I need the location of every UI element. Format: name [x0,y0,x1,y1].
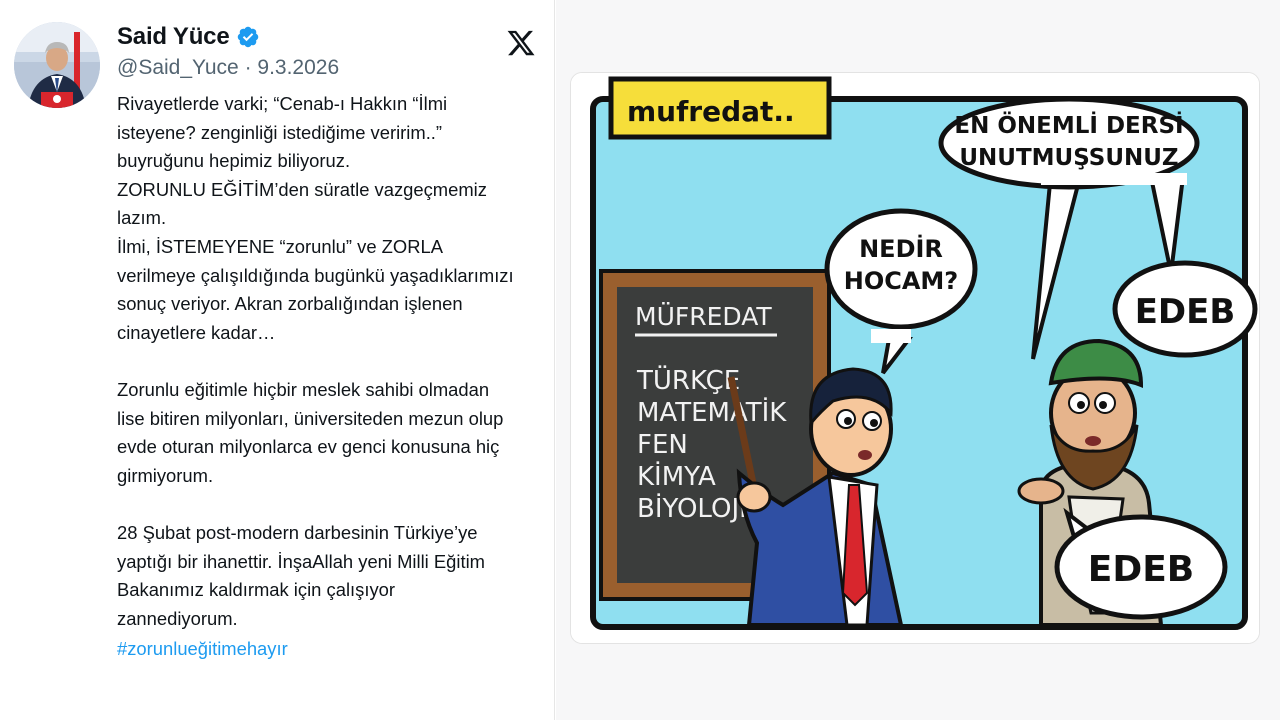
edeb-upper-bubble: EDEB [1112,260,1258,358]
tweet-text: Rivayetlerde varki; “Cenab-ı Hakkın “İlm… [117,93,514,629]
top-bubble-line1: EN ÖNEMLİ DERSİ [954,111,1183,139]
board-header: MÜFREDAT [635,302,772,331]
board-subject-4: KİMYA [637,460,716,492]
board-subject-3: FEN [637,430,688,460]
title-sign-text: mufredat.. [627,95,795,128]
cartoon-image: mufredat.. MÜFREDAT TÜRKÇE MATEMATİK FEN… [571,73,1259,643]
board-subject-2: MATEMATİK [637,396,787,428]
x-logo-icon[interactable] [506,28,536,58]
top-bubble-line2: UNUTMUŞSUNUZ [959,145,1178,171]
avatar-image [14,22,100,108]
handle-and-date[interactable]: @Said_Yuce · 9.3.2026 [117,56,339,80]
edeb-lower-text: EDEB [1088,549,1195,590]
teacher-bubble-line2: HOCAM? [844,267,958,295]
teacher-bubble-line1: NEDİR [859,234,943,263]
edeb-lower-bubble: EDEB [1054,507,1228,620]
edeb-upper-text: EDEB [1135,292,1236,332]
verified-badge-icon [238,26,259,48]
media-card[interactable]: mufredat.. MÜFREDAT TÜRKÇE MATEMATİK FEN… [570,72,1260,644]
avatar[interactable] [14,22,100,108]
tweet-panel: Said Yüce @Said_Yuce · 9.3.2026 Rivayetl… [0,0,555,720]
media-panel: mufredat.. MÜFREDAT TÜRKÇE MATEMATİK FEN… [556,0,1280,720]
hashtag-link[interactable]: #zorunlueğitimehayır [117,638,288,660]
author-row: Said Yüce [117,20,260,54]
board-subject-1: TÜRKÇE [636,364,740,396]
author-name[interactable]: Said Yüce [117,23,230,51]
board-subject-5: BİYOLOJİ [637,492,747,524]
